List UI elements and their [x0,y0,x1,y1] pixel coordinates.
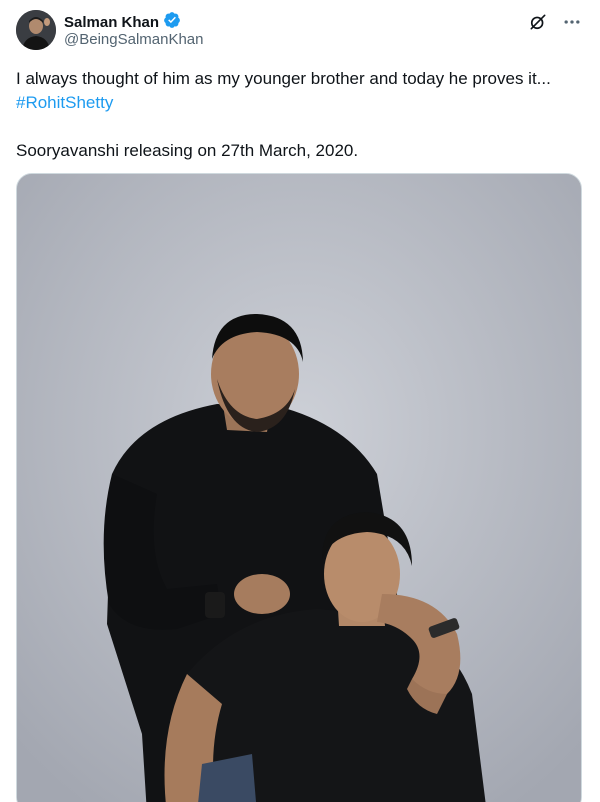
grok-icon[interactable] [528,12,548,32]
hashtag-link[interactable]: #RohitShetty [16,91,584,115]
tweet-text-line: I always thought of him as my younger br… [16,69,551,88]
author-display-name[interactable]: Salman Khan [64,14,159,31]
more-options-icon[interactable] [562,12,582,32]
tweet-text-line: Sooryavanshi releasing on 27th March, 20… [16,141,359,160]
author-avatar[interactable] [16,10,56,50]
tweet-card[interactable]: Salman Khan @BeingSalmanKhan I always th… [0,0,600,802]
tweet-text: I always thought of him as my younger br… [16,67,584,163]
author-handle[interactable]: @BeingSalmanKhan [64,31,203,48]
tweet-header-actions [528,12,582,32]
tweet-photo[interactable] [16,173,582,802]
